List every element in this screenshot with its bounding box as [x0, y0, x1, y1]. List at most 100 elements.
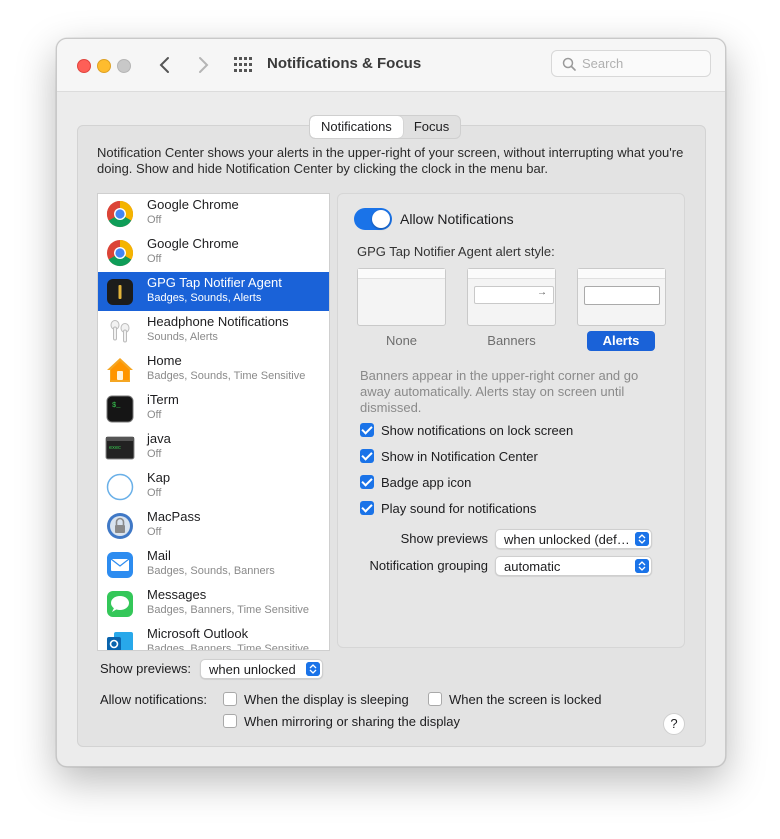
- show-previews-popup[interactable]: when unlocked (def…: [495, 529, 652, 549]
- title-bar: Notifications & Focus: [57, 39, 725, 92]
- checkbox-icon[interactable]: [360, 423, 374, 437]
- checkbox-icon[interactable]: [223, 692, 237, 706]
- svg-text:exec: exec: [109, 445, 121, 451]
- style-banners-label[interactable]: Banners: [467, 333, 556, 348]
- app-name: Home: [147, 353, 182, 368]
- app-list[interactable]: Google Chrome Off Google Chrome Off GPG …: [97, 193, 330, 651]
- macpass-icon: [107, 513, 133, 539]
- app-detail-panel: Allow Notifications GPG Tap Notifier Age…: [337, 193, 685, 648]
- show-previews-label: Show previews: [400, 531, 488, 546]
- style-none-preview[interactable]: [357, 268, 446, 326]
- checkbox-icon[interactable]: [360, 449, 374, 463]
- app-name: Messages: [147, 587, 207, 602]
- gpg-tap-icon: [107, 279, 133, 305]
- svg-text:$_: $_: [112, 402, 121, 410]
- alert-preview: [584, 286, 660, 305]
- app-status: Badges, Banners, Time Sensitive: [147, 604, 310, 616]
- checkbox-notification-center[interactable]: Show in Notification Center: [360, 449, 538, 464]
- checkbox-label: Play sound for notifications: [381, 501, 537, 516]
- app-name: Mail: [147, 548, 171, 563]
- grouping-label: Notification grouping: [369, 558, 488, 573]
- list-item[interactable]: Microsoft Outlook Badges, Banners, Time …: [98, 623, 329, 650]
- back-button[interactable]: [154, 53, 176, 77]
- allow-notifications-toggle[interactable]: [354, 208, 392, 230]
- list-item[interactable]: Google Chrome Off: [98, 233, 329, 272]
- preview-menubar: [468, 269, 555, 279]
- popup-value: automatic: [504, 559, 561, 574]
- checkbox-label: When mirroring or sharing the display: [244, 714, 461, 729]
- outlook-icon: [107, 632, 133, 650]
- tab-notifications[interactable]: Notifications: [310, 116, 403, 138]
- list-item[interactable]: Headphone Notifications Sounds, Alerts: [98, 311, 329, 350]
- grid-icon: [234, 57, 252, 72]
- footer-allow-label: Allow notifications:: [100, 692, 207, 707]
- mail-icon: [107, 552, 133, 578]
- app-name: iTerm: [147, 392, 179, 407]
- kap-icon: [106, 473, 134, 501]
- checkbox-display-sleeping[interactable]: When the display is sleeping: [223, 692, 409, 707]
- app-name: Google Chrome: [147, 197, 239, 212]
- search-field[interactable]: [551, 50, 711, 77]
- checkbox-icon[interactable]: [428, 692, 442, 706]
- app-status: Badges, Sounds, Banners: [147, 565, 275, 577]
- app-status: Off: [147, 214, 162, 226]
- iterm-icon: $_: [106, 395, 134, 423]
- minimize-button[interactable]: [97, 59, 111, 73]
- checkbox-label: Show in Notification Center: [381, 449, 538, 464]
- app-status: Off: [147, 253, 162, 265]
- app-name: Google Chrome: [147, 236, 239, 251]
- updown-chevron-icon: [306, 662, 320, 676]
- popup-value: when unlocked: [209, 662, 296, 677]
- zoom-button[interactable]: [117, 59, 131, 73]
- checkbox-label: Show notifications on lock screen: [381, 423, 574, 438]
- list-item[interactable]: exec java Off: [98, 428, 329, 467]
- checkbox-badge[interactable]: Badge app icon: [360, 475, 471, 490]
- style-none-label[interactable]: None: [357, 333, 446, 348]
- preview-menubar: [578, 269, 665, 279]
- show-all-button[interactable]: [233, 56, 253, 74]
- preview-menubar: [358, 269, 445, 279]
- footer-show-previews-popup[interactable]: when unlocked: [200, 659, 323, 679]
- style-alerts-preview[interactable]: [577, 268, 666, 326]
- list-item[interactable]: Mail Badges, Sounds, Banners: [98, 545, 329, 584]
- list-item[interactable]: MacPass Off: [98, 506, 329, 545]
- checkbox-label: Badge app icon: [381, 475, 472, 490]
- checkbox-icon[interactable]: [223, 714, 237, 728]
- intro-text: Notification Center shows your alerts in…: [97, 145, 684, 176]
- checkbox-screen-locked[interactable]: When the screen is locked: [428, 692, 601, 707]
- java-icon: exec: [105, 436, 135, 460]
- list-item-selected[interactable]: GPG Tap Notifier Agent Badges, Sounds, A…: [98, 272, 329, 311]
- checkbox-lock-screen[interactable]: Show notifications on lock screen: [360, 423, 573, 438]
- list-item[interactable]: Messages Badges, Banners, Time Sensitive: [98, 584, 329, 623]
- list-item[interactable]: Kap Off: [98, 467, 329, 506]
- app-status: Off: [147, 487, 162, 499]
- close-button[interactable]: [77, 59, 91, 73]
- chevron-left-icon: [159, 57, 169, 73]
- list-item[interactable]: Home Badges, Sounds, Time Sensitive: [98, 350, 329, 389]
- style-banners-preview[interactable]: →: [467, 268, 556, 326]
- app-name: java: [147, 431, 171, 446]
- checkbox-sound[interactable]: Play sound for notifications: [360, 501, 536, 516]
- app-status: Sounds, Alerts: [147, 331, 218, 343]
- checkbox-icon[interactable]: [360, 475, 374, 489]
- checkbox-mirroring[interactable]: When mirroring or sharing the display: [223, 714, 460, 729]
- tab-control: Notifications Focus: [309, 115, 462, 139]
- preferences-window: Notifications & Focus Notifications Focu…: [56, 38, 726, 767]
- updown-chevron-icon: [635, 559, 649, 573]
- app-status: Off: [147, 409, 162, 421]
- forward-button[interactable]: [192, 53, 214, 77]
- checkbox-label: When the display is sleeping: [244, 692, 409, 707]
- help-button[interactable]: ?: [663, 713, 685, 735]
- style-alerts-label[interactable]: Alerts: [587, 331, 655, 351]
- list-item[interactable]: Google Chrome Off: [98, 194, 329, 233]
- grouping-popup[interactable]: automatic: [495, 556, 652, 576]
- app-name: Microsoft Outlook: [147, 626, 249, 641]
- checkbox-icon[interactable]: [360, 501, 374, 515]
- chrome-icon: [107, 239, 134, 267]
- app-status: Off: [147, 526, 162, 538]
- tab-focus[interactable]: Focus: [403, 116, 460, 138]
- search-input[interactable]: [582, 54, 702, 73]
- alert-style-description: Banners appear in the upper-right corner…: [360, 368, 639, 415]
- popup-value: when unlocked (def…: [504, 532, 630, 547]
- list-item[interactable]: $_ iTerm Off: [98, 389, 329, 428]
